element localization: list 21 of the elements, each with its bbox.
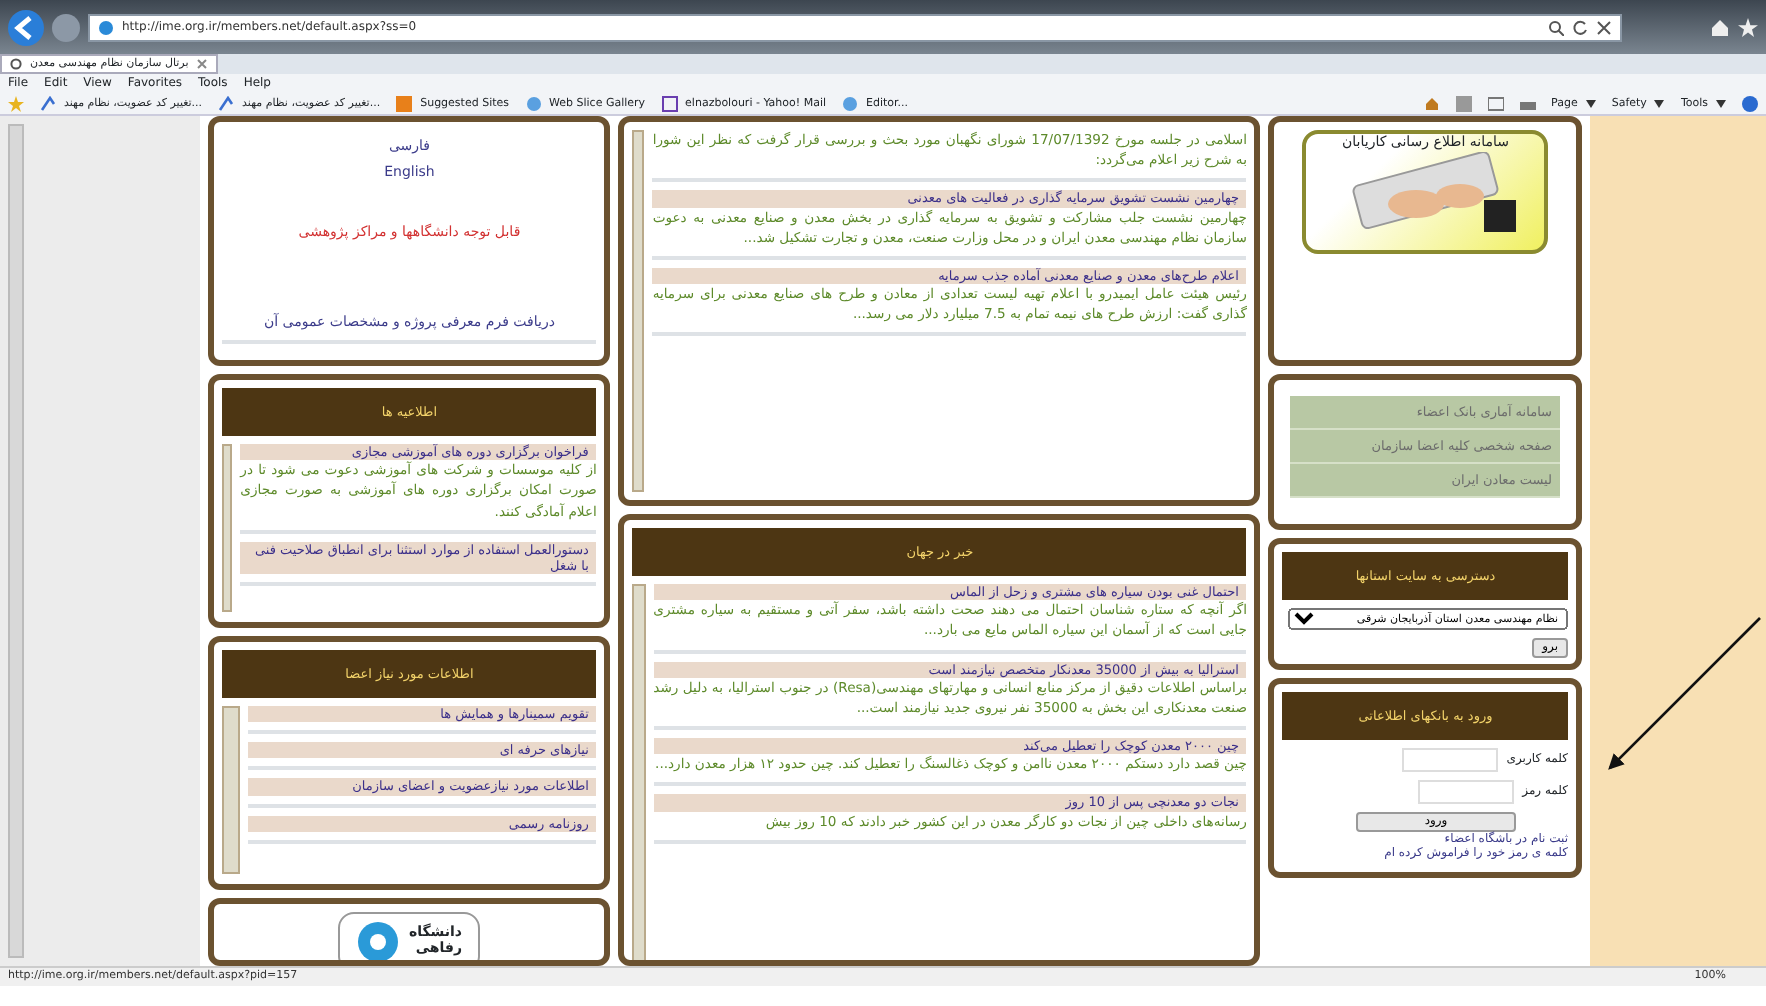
scrollbar[interactable] <box>222 444 233 613</box>
scrollbar[interactable] <box>632 130 645 492</box>
page-icon <box>98 19 114 35</box>
wheel-drawing <box>356 920 401 960</box>
caret-icon <box>1716 100 1726 108</box>
close-icon[interactable] <box>196 58 209 70</box>
scrollbar[interactable] <box>632 584 646 960</box>
favorites-star-icon[interactable] <box>8 96 24 112</box>
scrollbar[interactable] <box>222 706 241 875</box>
forward-button[interactable] <box>52 13 80 41</box>
caret-icon <box>1654 100 1665 108</box>
back-button[interactable] <box>8 9 44 45</box>
close-icon[interactable] <box>1596 19 1612 35</box>
search-icon[interactable] <box>1548 19 1564 35</box>
input-field[interactable] <box>1418 780 1515 805</box>
star-icon[interactable] <box>1738 17 1758 37</box>
tile-icon <box>396 96 413 112</box>
input-field[interactable] <box>1402 748 1499 773</box>
scrollbar[interactable] <box>8 124 24 958</box>
home-icon[interactable] <box>1710 17 1730 37</box>
caret-icon <box>1585 100 1596 108</box>
